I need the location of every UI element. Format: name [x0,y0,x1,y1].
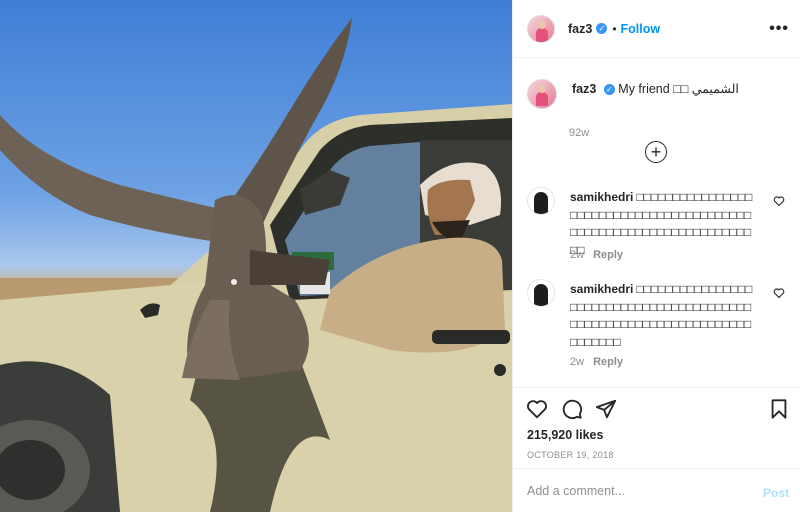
author-avatar[interactable] [527,14,555,43]
verified-badge-icon: ✓ [596,23,608,34]
heart-icon[interactable] [773,195,785,207]
verified-badge-icon: ✓ [603,84,615,96]
post-actions: 215,920 likes OCTOBER 19, 2018 [513,387,800,467]
reply-button[interactable]: Reply [593,249,623,261]
commenter-username[interactable]: samikhedri [570,282,633,296]
caption-username[interactable]: faz3 [572,82,596,96]
caption-timestamp[interactable]: 92w [569,127,589,139]
header-separator: • [612,21,617,36]
post-date[interactable]: OCTOBER 19, 2018 [527,450,614,460]
photo-illustration [0,18,512,512]
commenter-avatar[interactable] [527,187,555,215]
caption-arabic-text: الشميمي [691,82,739,96]
more-options-icon[interactable]: ••• [769,20,789,38]
author-username[interactable]: faz3 [568,22,592,36]
plus-circle-icon[interactable]: + [645,141,667,163]
comments-list[interactable]: faz3 ✓ My friend □□ الشميمي 92w + samikh… [513,59,800,387]
post-photo[interactable] [0,0,512,512]
add-comment-bar: Post [513,468,800,512]
comment-timestamp[interactable]: 2w [570,249,584,261]
likes-count[interactable]: 215,920 likes [527,428,603,442]
commenter-username[interactable]: samikhedri [570,190,633,204]
caption-body: faz3 ✓ My friend □□ الشميمي [572,81,787,98]
comment-timestamp[interactable]: 2w [570,356,584,368]
commenter-avatar[interactable] [527,279,555,307]
caption-text: My friend [618,82,670,96]
comment-item: samikhedri □□□□□□□□□□□□□□□□□□□□□□□□□□□□□□… [527,187,791,267]
post-comment-button[interactable]: Post [763,486,789,500]
comment-icon[interactable] [561,398,583,420]
caption-author-avatar[interactable] [527,79,557,109]
comment-item: samikhedri □□□□□□□□□□□□□□□□□□□□□□□□□□□□□□… [527,279,791,379]
caption-emoji: □□ [673,82,689,96]
follow-button[interactable]: Follow [621,22,661,36]
post-side-panel: faz3 ✓ • Follow ••• faz3 ✓ My friend □□ … [512,0,800,512]
post-header: faz3 ✓ • Follow ••• [513,0,800,58]
bookmark-icon[interactable] [768,398,790,420]
comment-meta: 2w Reply [570,356,623,368]
heart-icon[interactable] [526,398,548,420]
instagram-post: faz3 ✓ • Follow ••• faz3 ✓ My friend □□ … [0,0,800,512]
heart-icon[interactable] [773,287,785,299]
comment-meta: 2w Reply [570,249,623,261]
comment-input[interactable] [527,481,747,501]
reply-button[interactable]: Reply [593,356,623,368]
comment-text-block: samikhedri □□□□□□□□□□□□□□□□□□□□□□□□□□□□□□… [570,281,758,351]
share-icon[interactable] [595,398,617,420]
